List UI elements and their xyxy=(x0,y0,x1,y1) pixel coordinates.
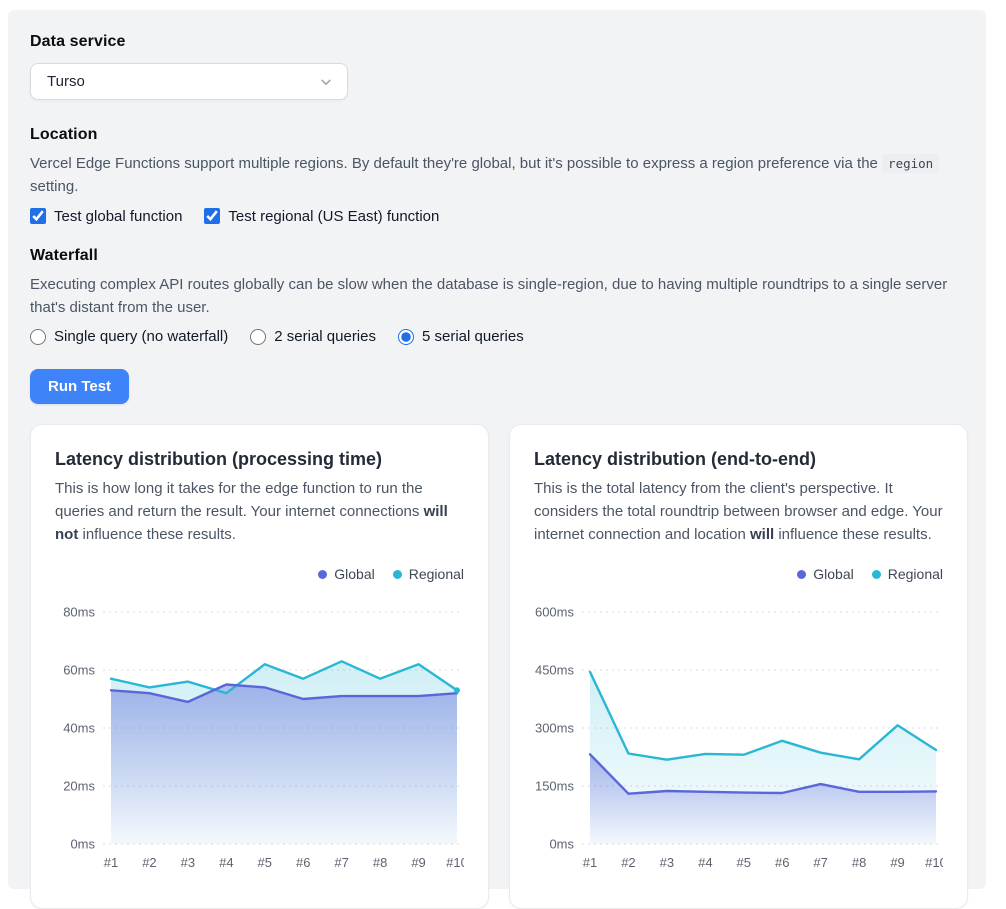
regional-dot-icon xyxy=(393,570,402,579)
radio-single-query-no-waterfall[interactable]: Single query (no waterfall) xyxy=(30,328,228,345)
radio-input[interactable] xyxy=(250,329,266,345)
chart-legend: Global Regional xyxy=(534,566,943,582)
global-dot-icon xyxy=(318,570,327,579)
x-tick-label: #5 xyxy=(737,855,751,870)
radio-2-serial-queries[interactable]: 2 serial queries xyxy=(250,328,376,345)
y-tick-label: 0ms xyxy=(70,837,95,852)
radio-input[interactable] xyxy=(30,329,46,345)
y-tick-label: 300ms xyxy=(535,721,575,736)
checkbox-label: Test global function xyxy=(54,208,182,225)
radio-label: 5 serial queries xyxy=(422,328,524,345)
y-tick-label: 80ms xyxy=(63,605,95,620)
checkbox-test-regional-us-east-function[interactable]: Test regional (US East) function xyxy=(204,208,439,225)
processing-time-card: Latency distribution (processing time) T… xyxy=(30,424,489,909)
location-heading: Location xyxy=(30,126,964,144)
x-tick-label: #2 xyxy=(621,855,635,870)
end-to-end-chart-description: This is the total latency from the clien… xyxy=(534,477,943,546)
global-dot-icon xyxy=(797,570,806,579)
checkbox-test-global-function[interactable]: Test global function xyxy=(30,208,182,225)
y-tick-label: 450ms xyxy=(535,663,575,678)
x-tick-label: #7 xyxy=(813,855,827,870)
x-tick-label: #10 xyxy=(446,855,464,870)
legend-item-global: Global xyxy=(318,566,374,582)
x-tick-label: #4 xyxy=(698,855,712,870)
main-panel: Data service Turso Location Vercel Edge … xyxy=(8,10,986,889)
series-end-marker xyxy=(454,688,460,694)
run-test-button[interactable]: Run Test xyxy=(30,369,129,404)
x-tick-label: #3 xyxy=(181,855,195,870)
x-tick-label: #7 xyxy=(334,855,348,870)
processing-chart-description: This is how long it takes for the edge f… xyxy=(55,477,464,546)
checkbox-input[interactable] xyxy=(30,208,46,224)
legend-item-regional: Regional xyxy=(393,566,464,582)
x-tick-label: #9 xyxy=(890,855,904,870)
checkbox-input[interactable] xyxy=(204,208,220,224)
y-tick-label: 150ms xyxy=(535,779,575,794)
data-service-selected-value: Turso xyxy=(47,73,85,90)
text: This is how long it takes for the edge f… xyxy=(55,480,424,520)
processing-chart-title: Latency distribution (processing time) xyxy=(55,449,464,470)
y-tick-label: 40ms xyxy=(63,721,95,736)
chart-cards: Latency distribution (processing time) T… xyxy=(30,424,964,909)
x-tick-label: #6 xyxy=(296,855,310,870)
waterfall-description: Executing complex API routes globally ca… xyxy=(30,273,964,320)
radio-input[interactable] xyxy=(398,329,414,345)
y-tick-label: 20ms xyxy=(63,779,95,794)
location-checkboxes: Test global function Test regional (US Ea… xyxy=(30,208,964,225)
location-description: Vercel Edge Functions support multiple r… xyxy=(30,152,964,199)
text: influence these results. xyxy=(78,526,236,543)
radio-5-serial-queries[interactable]: 5 serial queries xyxy=(398,328,524,345)
regional-dot-icon xyxy=(872,570,881,579)
x-tick-label: #4 xyxy=(219,855,233,870)
checkbox-label: Test regional (US East) function xyxy=(228,208,439,225)
end-to-end-card: Latency distribution (end-to-end) This i… xyxy=(509,424,968,909)
legend-label: Regional xyxy=(409,566,464,582)
y-tick-label: 0ms xyxy=(549,837,574,852)
x-tick-label: #1 xyxy=(583,855,597,870)
legend-item-global: Global xyxy=(797,566,853,582)
y-tick-label: 60ms xyxy=(63,663,95,678)
inline-code: region xyxy=(882,154,939,173)
radio-label: Single query (no waterfall) xyxy=(54,328,228,345)
text: setting. xyxy=(30,178,78,195)
end-to-end-chart-title: Latency distribution (end-to-end) xyxy=(534,449,943,470)
series-area-global xyxy=(111,685,457,845)
x-tick-label: #3 xyxy=(660,855,674,870)
radio-label: 2 serial queries xyxy=(274,328,376,345)
x-tick-label: #8 xyxy=(852,855,866,870)
legend-label: Regional xyxy=(888,566,943,582)
legend-item-regional: Regional xyxy=(872,566,943,582)
data-service-heading: Data service xyxy=(30,33,964,51)
text: influence these results. xyxy=(774,526,932,543)
x-tick-label: #9 xyxy=(411,855,425,870)
x-tick-label: #8 xyxy=(373,855,387,870)
text: Vercel Edge Functions support multiple r… xyxy=(30,155,882,172)
chart-legend: Global Regional xyxy=(55,566,464,582)
waterfall-heading: Waterfall xyxy=(30,247,964,265)
waterfall-options: Single query (no waterfall) 2 serial quer… xyxy=(30,328,964,345)
legend-label: Global xyxy=(334,566,374,582)
bold-text: will xyxy=(750,526,774,543)
legend-label: Global xyxy=(813,566,853,582)
data-service-select[interactable]: Turso xyxy=(30,63,348,100)
x-tick-label: #2 xyxy=(142,855,156,870)
x-tick-label: #6 xyxy=(775,855,789,870)
processing-time-chart: 0ms 20ms 40ms 60ms 80ms #1 #2 #3 #4 #5 #6 #7 #8 #9 #10 xyxy=(55,594,464,876)
chevron-down-icon xyxy=(319,75,333,89)
x-tick-label: #5 xyxy=(258,855,272,870)
x-tick-label: #10 xyxy=(925,855,943,870)
text: Executing complex API routes globally ca… xyxy=(30,276,947,316)
end-to-end-chart: 0ms 150ms 300ms 450ms 600ms #1 #2 #3 #4 #5 #6 #7 #8 #… xyxy=(534,594,943,876)
x-tick-label: #1 xyxy=(104,855,118,870)
y-tick-label: 600ms xyxy=(535,605,575,620)
